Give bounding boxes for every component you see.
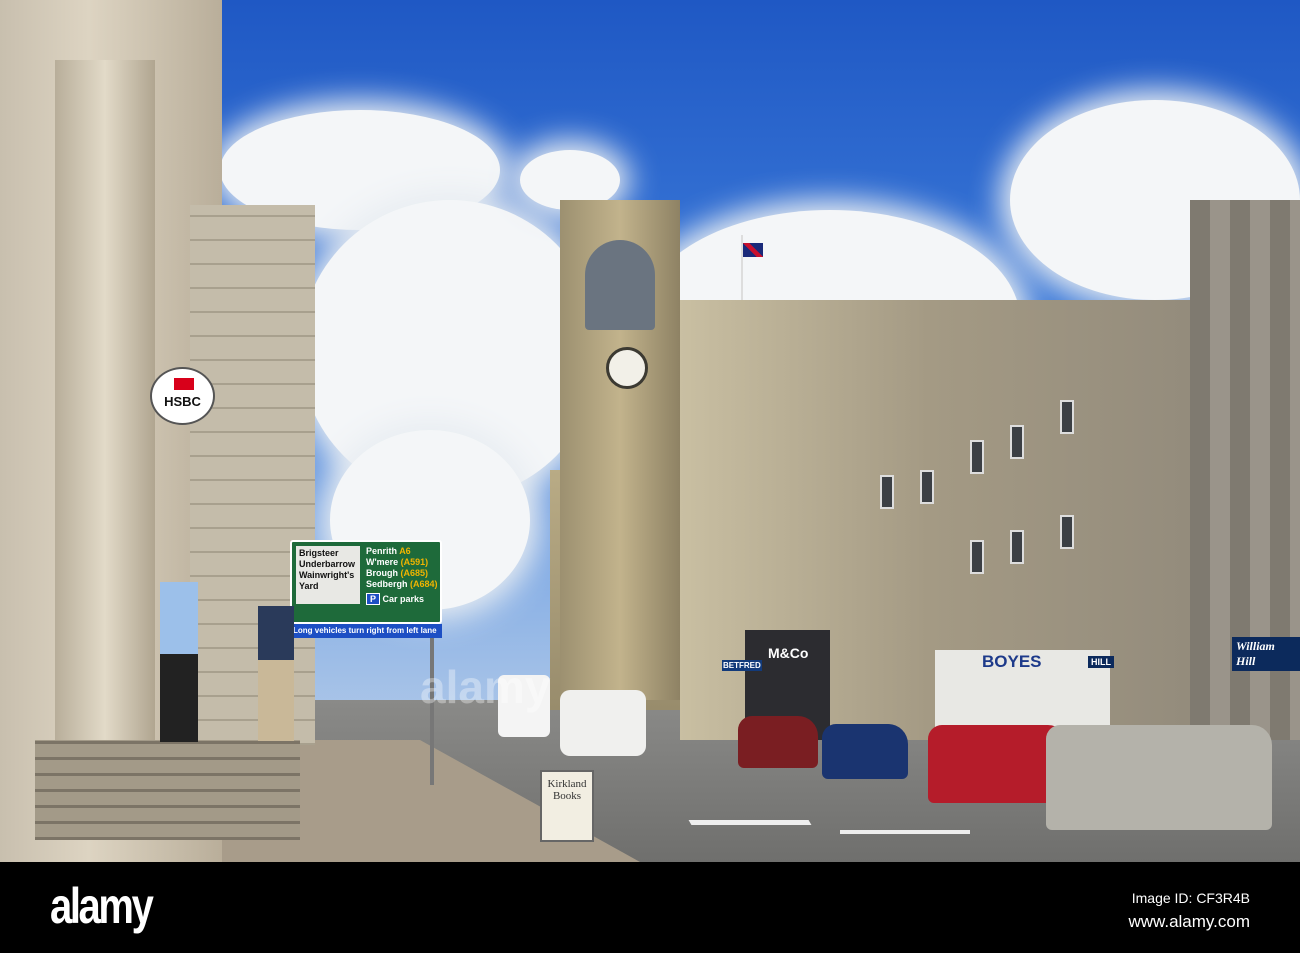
- footer-bar: alamy Image ID: CF3R4B www.alamy.com: [0, 862, 1300, 953]
- destination: Sedbergh (A684): [366, 579, 438, 589]
- street-photo: M&Co BOYES William Hill BETFRED HILL HSB…: [0, 0, 1300, 862]
- window: [970, 440, 984, 474]
- window: [1060, 515, 1074, 549]
- window: [1060, 400, 1074, 434]
- destination: W'mere (A591): [366, 557, 429, 567]
- steps: [35, 740, 300, 840]
- person: [160, 582, 198, 742]
- tower-dome: [585, 240, 655, 330]
- hsbc-sign: HSBC: [150, 367, 215, 425]
- shop-sign-mco: M&Co: [768, 645, 809, 661]
- destination: Yard: [299, 581, 319, 591]
- alamy-logo[interactable]: alamy: [50, 877, 154, 935]
- stone-wall: [190, 205, 315, 745]
- lorry-notice: Long vehicles turn right from left lane: [290, 624, 442, 638]
- shop-sign-william-hill: William Hill: [1232, 637, 1300, 671]
- person: [258, 606, 294, 741]
- road-sign: Brigsteer Underbarrow Wainwright's Yard …: [290, 540, 442, 624]
- destination: Underbarrow: [299, 559, 356, 569]
- site-url[interactable]: www.alamy.com: [1128, 912, 1250, 932]
- shop-sign-betfred: BETFRED: [722, 660, 762, 671]
- window: [920, 470, 934, 504]
- shop-sign-boyes: BOYES: [982, 652, 1042, 671]
- watermark: alamy: [420, 661, 551, 713]
- hsbc-logo-icon: [174, 378, 194, 390]
- car-parks: P Car parks: [366, 593, 438, 605]
- window: [970, 540, 984, 574]
- primary-destinations: Penrith A6 W'mere (A591) Brough (A685) S…: [366, 546, 438, 605]
- board-line: Kirkland: [547, 778, 587, 790]
- window: [880, 475, 894, 509]
- board-line: Books: [552, 790, 582, 802]
- destination: Brough (A685): [366, 568, 429, 578]
- clock-icon: [606, 347, 648, 389]
- image-id: Image ID: CF3R4B: [1131, 890, 1250, 906]
- road-marking: [688, 820, 812, 825]
- white-van: [560, 690, 646, 756]
- destination: Brigsteer: [299, 548, 339, 558]
- window: [1010, 530, 1024, 564]
- union-flag-icon: [743, 243, 763, 257]
- shop-sign-hill: HILL: [1088, 656, 1114, 668]
- car: [738, 716, 818, 768]
- bookshop-board: Kirkland Books: [540, 770, 594, 842]
- destination: Wainwright's: [299, 570, 355, 580]
- destination: Penrith A6: [366, 546, 411, 556]
- window: [1010, 425, 1024, 459]
- parking-icon: P: [366, 593, 381, 605]
- local-destinations: Brigsteer Underbarrow Wainwright's Yard: [296, 546, 360, 604]
- car: [822, 724, 908, 779]
- right-buildings: [680, 200, 1300, 740]
- car: [1046, 725, 1272, 830]
- column: [55, 60, 155, 750]
- road-marking: [840, 830, 970, 834]
